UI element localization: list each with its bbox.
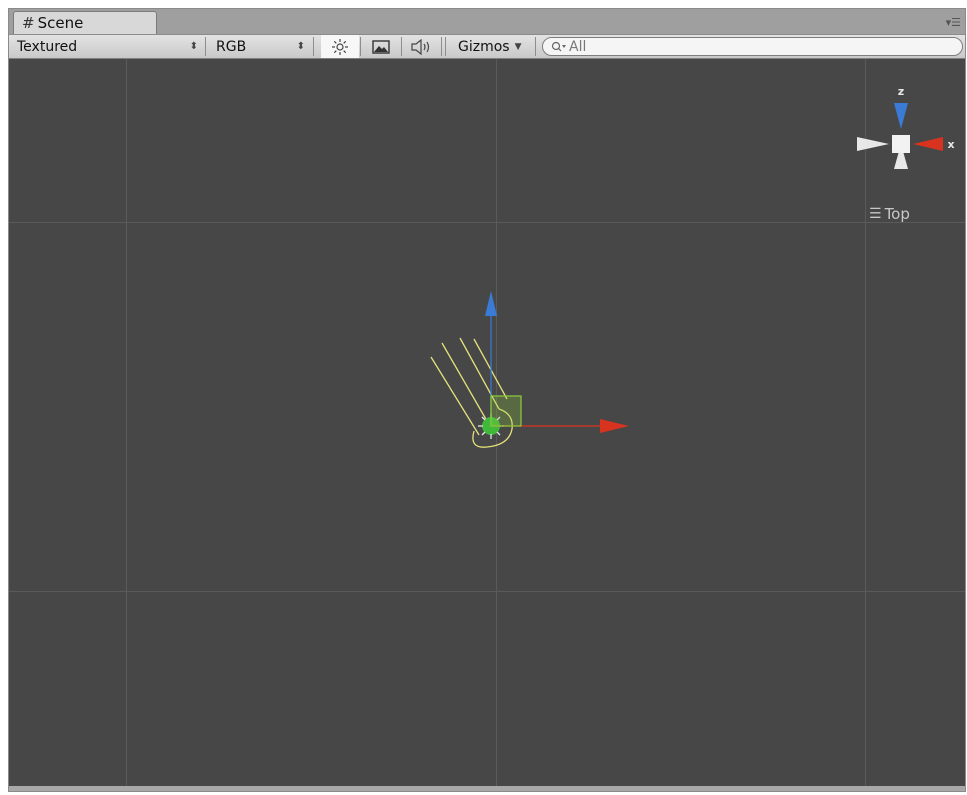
plane-handle[interactable] [490, 395, 522, 427]
toolbar-divider [205, 37, 206, 56]
x-axis-arrow-icon[interactable] [600, 419, 629, 433]
color-mode-value: RGB [216, 38, 247, 55]
toolbar-divider [441, 37, 442, 56]
scene-objects [430, 291, 629, 448]
tab-scene-label: Scene [37, 14, 84, 32]
axis-x-label: x [947, 138, 954, 151]
tab-bar: # Scene ▾☰ [9, 9, 965, 34]
lighting-toggle-button[interactable] [321, 35, 359, 58]
y-axis-arrow-icon[interactable] [485, 291, 497, 316]
dropdown-arrows-icon: ⬍ [189, 41, 198, 52]
panel-menu-icon[interactable]: ▾☰ [946, 16, 961, 29]
search-icon [551, 41, 566, 51]
neg-x-cone-icon[interactable] [857, 137, 889, 151]
dropdown-arrows-icon: ⬍ [296, 41, 305, 52]
toolbar-divider [401, 37, 402, 56]
scene-viewport[interactable]: z x ☰ Top [9, 59, 965, 786]
toolbar-divider [360, 37, 361, 56]
color-mode-dropdown[interactable]: RGB ⬍ [208, 35, 311, 58]
chevron-down-icon: ▼ [514, 41, 522, 52]
grid-icon: # [22, 13, 35, 32]
gizmos-dropdown[interactable]: Gizmos ▼ [449, 35, 533, 58]
center-cube-icon[interactable] [892, 135, 910, 153]
scene-window: # Scene ▾☰ Textured ⬍ RGB ⬍ Gizmos ▼ All… [8, 8, 966, 792]
scene-toolbar: Textured ⬍ RGB ⬍ Gizmos ▼ All [9, 34, 965, 59]
directional-light-icon[interactable] [430, 337, 513, 448]
image-effects-button[interactable] [362, 35, 400, 58]
toolbar-divider [535, 37, 536, 56]
toolbar-divider [445, 37, 446, 56]
view-orientation-label[interactable]: ☰ Top [869, 205, 910, 223]
toolbar-divider [313, 37, 314, 56]
speaker-icon [411, 38, 430, 55]
search-field[interactable] [542, 37, 963, 56]
render-mode-value: Textured [17, 38, 78, 55]
move-tool-handle[interactable] [485, 291, 629, 433]
hamburger-icon: ☰ [869, 206, 882, 222]
z-cone-icon[interactable] [894, 103, 908, 129]
image-icon [372, 39, 390, 54]
x-cone-icon[interactable] [913, 137, 943, 151]
search-input[interactable] [569, 38, 939, 55]
render-mode-dropdown[interactable]: Textured ⬍ [9, 35, 204, 58]
audio-toggle-button[interactable] [403, 35, 439, 58]
gizmos-label: Gizmos [458, 38, 510, 55]
axis-z-label: z [898, 85, 904, 98]
tab-scene[interactable]: # Scene [13, 11, 157, 34]
orientation-gizmo[interactable]: z x [847, 77, 957, 187]
sun-icon [332, 38, 348, 55]
window-bottom-edge [9, 786, 965, 791]
view-name: Top [884, 205, 910, 223]
